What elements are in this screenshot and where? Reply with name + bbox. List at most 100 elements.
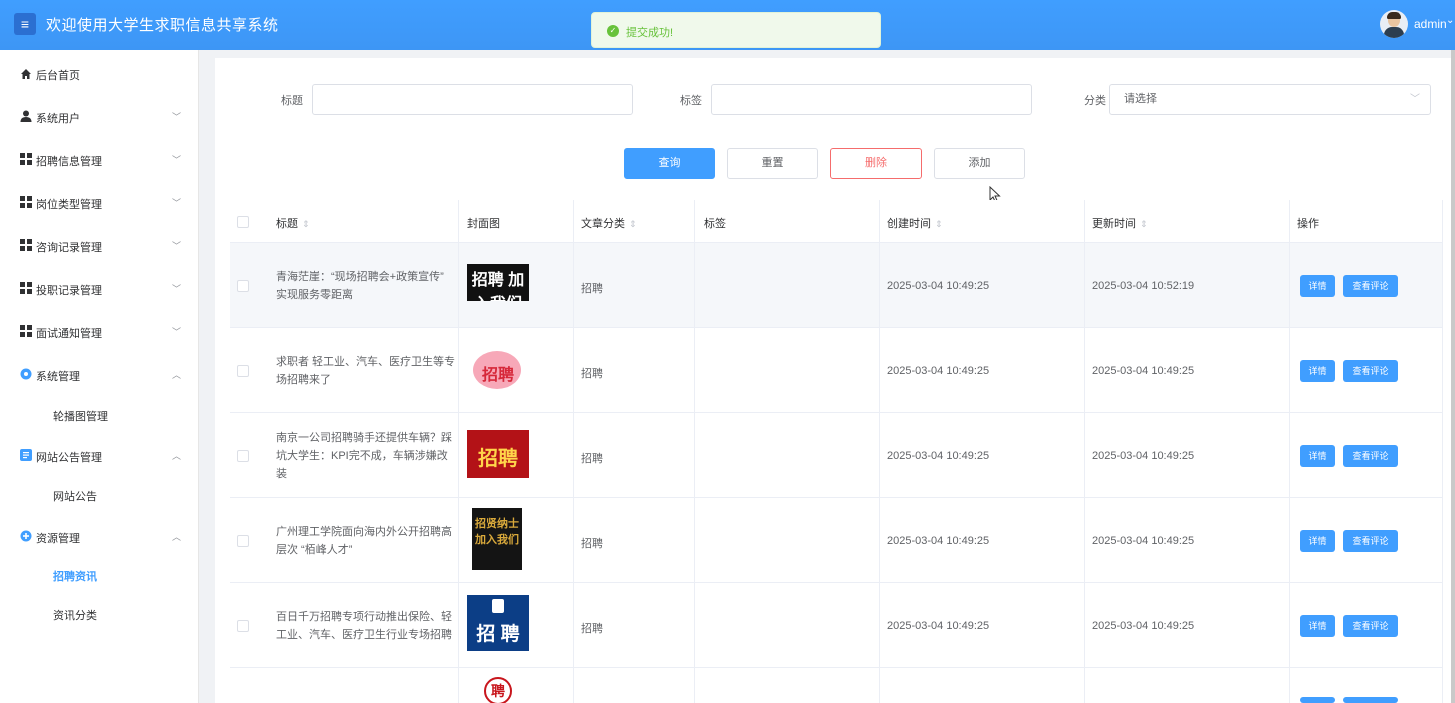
sort-icon: ⇕: [935, 219, 943, 229]
sidebar-item-announcements[interactable]: 网站公告管理 ︿: [0, 432, 199, 472]
row-checkbox[interactable]: [237, 280, 249, 292]
row-category: 招聘: [581, 368, 603, 380]
cover-image[interactable]: 招聘: [467, 430, 529, 478]
row-title: 百日千万招聘专项行动推出保险、轻工业、汽车、医疗卫生行业专场招聘: [276, 611, 452, 641]
chevron-up-icon: ︿: [172, 451, 182, 461]
view-comments-button[interactable]: [1343, 697, 1398, 703]
menu-icon[interactable]: ≡: [14, 13, 36, 35]
detail-button[interactable]: 详情: [1300, 530, 1335, 552]
cover-image[interactable]: 聘: [467, 677, 529, 703]
cover-image-text: 招聘 加入我们: [471, 272, 525, 301]
column-header-title[interactable]: 标题 ⇕: [276, 215, 310, 231]
title-filter-input[interactable]: [312, 84, 633, 115]
column-header-created[interactable]: 创建时间 ⇕: [887, 215, 943, 231]
plus-circle-icon: [20, 530, 32, 542]
query-button[interactable]: 查询: [624, 148, 715, 179]
chevron-down-icon: ﹀: [172, 241, 182, 251]
row-updated: 2025-03-04 10:49:25: [1092, 535, 1195, 547]
sidebar-item-label: 系统用户: [36, 113, 80, 125]
sidebar-item-interviews[interactable]: 面试通知管理 ﹀: [0, 308, 199, 348]
row-updated: 2025-03-04 10:49:25: [1092, 450, 1195, 462]
tag-filter-input[interactable]: [711, 84, 1032, 115]
category-select-placeholder: 请选择: [1124, 93, 1157, 105]
delete-button[interactable]: 删除: [830, 148, 922, 179]
view-comments-button[interactable]: 查看评论: [1343, 360, 1398, 382]
grid-icon: [20, 153, 32, 165]
row-checkbox[interactable]: [237, 450, 249, 462]
cover-image[interactable]: 招聘 加入我们: [467, 264, 529, 301]
sidebar-item-carousel[interactable]: 轮播图管理: [53, 408, 108, 424]
cover-image-text: 招 聘: [476, 624, 520, 645]
sidebar-item-job-types[interactable]: 岗位类型管理 ﹀: [0, 179, 199, 219]
row-created: 2025-03-04 10:49:25: [887, 280, 990, 292]
column-header-cover: 封面图: [467, 218, 500, 230]
view-comments-button[interactable]: 查看评论: [1343, 615, 1398, 637]
column-header-tag: 标签: [704, 218, 726, 230]
chevron-down-icon: ﹀: [172, 112, 182, 122]
view-comments-button[interactable]: 查看评论: [1343, 275, 1398, 297]
scrollbar[interactable]: [1451, 50, 1455, 703]
sidebar-item-resources[interactable]: 资源管理 ︿: [0, 513, 199, 553]
chevron-down-icon: ﹀: [172, 155, 182, 165]
sidebar-item-label: 咨询记录管理: [36, 242, 102, 254]
column-divider: [458, 200, 459, 703]
sidebar-item-announcement[interactable]: 网站公告: [53, 488, 97, 504]
user-name[interactable]: admin: [1414, 17, 1447, 31]
row-checkbox[interactable]: [237, 365, 249, 377]
sidebar-item-consult[interactable]: 咨询记录管理 ﹀: [0, 222, 199, 262]
cover-image[interactable]: 招聘: [467, 337, 529, 399]
cover-image-text: 招贤纳士 加入我们: [475, 518, 519, 546]
sidebar-item-label: 面试通知管理: [36, 328, 102, 340]
row-title: 广州理工学院面向海内外公开招聘高层次 “栢峰人才”: [276, 526, 452, 556]
grid-icon: [20, 282, 32, 294]
grid-icon: [20, 239, 32, 251]
sort-icon: ⇕: [302, 219, 310, 229]
select-all-checkbox[interactable]: [237, 216, 249, 228]
table-row: 广州理工学院面向海内外公开招聘高层次 “栢峰人才” 招贤纳士 加入我们 招聘 2…: [230, 498, 1443, 583]
column-header-updated[interactable]: 更新时间 ⇕: [1092, 215, 1148, 231]
avatar[interactable]: [1380, 10, 1408, 38]
row-created: 2025-03-04 10:49:25: [887, 450, 990, 462]
column-divider: [1289, 200, 1290, 703]
row-checkbox[interactable]: [237, 535, 249, 547]
detail-button[interactable]: 详情: [1300, 360, 1335, 382]
sidebar-item-label: 系统管理: [36, 371, 80, 383]
column-header-category[interactable]: 文章分类 ⇕: [581, 215, 637, 231]
row-updated: 2025-03-04 10:52:19: [1092, 280, 1195, 292]
chevron-down-icon[interactable]: ⌄: [1446, 15, 1454, 26]
detail-button[interactable]: 详情: [1300, 275, 1335, 297]
sidebar-item-recruitment-news[interactable]: 招聘资讯: [53, 568, 97, 584]
chevron-up-icon: ︿: [172, 532, 182, 542]
add-button[interactable]: 添加: [934, 148, 1025, 179]
row-category: 招聘: [581, 283, 603, 295]
reset-button[interactable]: 重置: [727, 148, 818, 179]
sidebar-item-home[interactable]: 后台首页: [0, 50, 199, 90]
view-comments-button[interactable]: 查看评论: [1343, 530, 1398, 552]
row-title: 求职者 轻工业、汽车、医疗卫生等专场招聘来了: [276, 356, 456, 386]
sidebar-item-applications[interactable]: 投职记录管理 ﹀: [0, 265, 199, 305]
row-title: 南京一公司招聘骑手还提供车辆？踩坑大学生：KPI完不成，车辆涉嫌改装: [276, 432, 452, 480]
table-row: 青海茫崖：“现场招聘会+政策宣传” 实现服务零距离 招聘 加入我们 招聘 202…: [230, 243, 1443, 328]
tag-filter-label: 标签: [680, 95, 702, 107]
sidebar-item-label: 网站公告管理: [36, 452, 102, 464]
sidebar-item-label: 岗位类型管理: [36, 199, 102, 211]
cover-image[interactable]: 招贤纳士 加入我们: [472, 508, 522, 570]
sidebar-item-system-users[interactable]: 系统用户 ﹀: [0, 93, 199, 133]
sidebar-item-recruitment[interactable]: 招聘信息管理 ﹀: [0, 136, 199, 176]
cover-image-text: 聘: [491, 683, 505, 699]
table-header: 标题 ⇕ 封面图 文章分类 ⇕ 标签 创建时间 ⇕ 更新时间 ⇕ 操作: [230, 200, 1443, 243]
cover-image[interactable]: 招 聘: [467, 595, 529, 651]
category-filter-label: 分类: [1084, 95, 1106, 107]
view-comments-button[interactable]: 查看评论: [1343, 445, 1398, 467]
settings-icon: [20, 368, 32, 380]
detail-button[interactable]: 详情: [1300, 445, 1335, 467]
row-checkbox[interactable]: [237, 620, 249, 632]
sidebar-item-news-category[interactable]: 资讯分类: [53, 607, 97, 623]
category-select[interactable]: 请选择 ﹀: [1109, 84, 1431, 115]
column-divider: [1442, 200, 1443, 703]
chevron-up-icon: ︿: [172, 370, 182, 380]
row-title: 青海茫崖：“现场招聘会+政策宣传” 实现服务零距离: [276, 271, 444, 301]
sidebar-item-system-settings[interactable]: 系统管理 ︿: [0, 351, 199, 391]
detail-button[interactable]: [1300, 697, 1335, 703]
detail-button[interactable]: 详情: [1300, 615, 1335, 637]
